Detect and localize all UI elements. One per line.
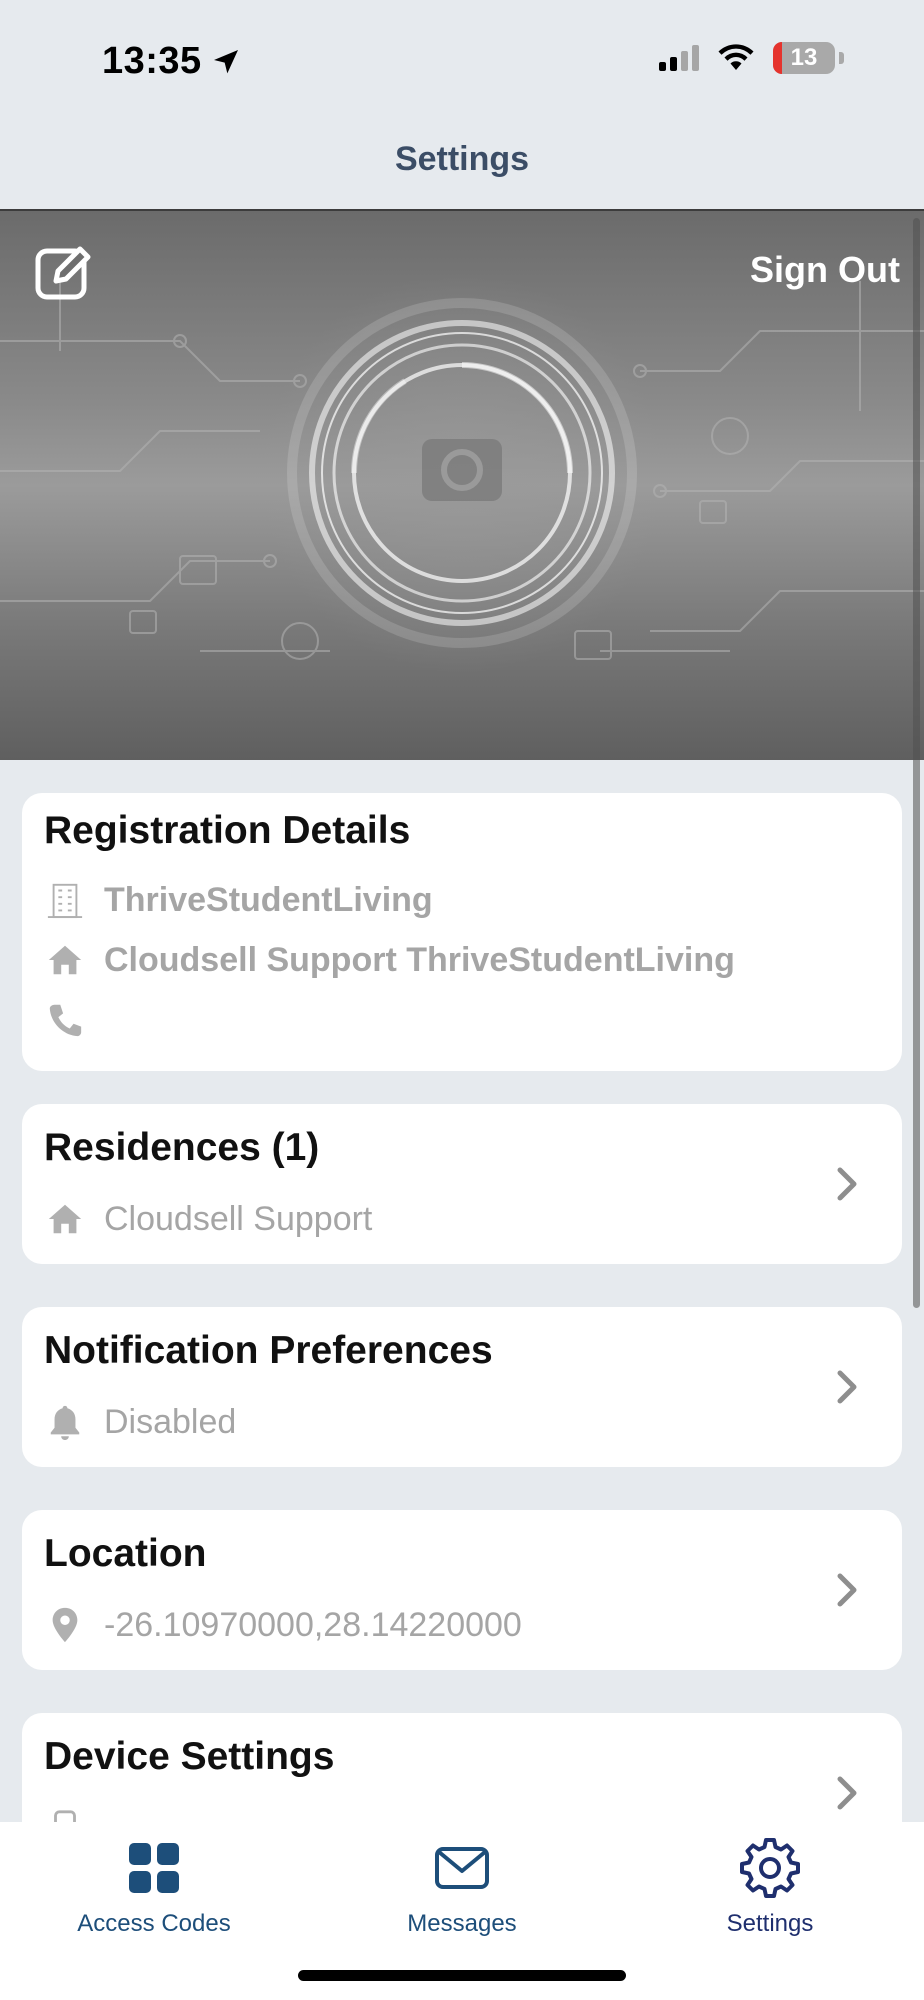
location-row: -26.10970000,28.14220000 [44, 1604, 522, 1646]
grid-icon [129, 1843, 179, 1893]
notification-row: Disabled [44, 1401, 236, 1443]
notification-status: Disabled [104, 1402, 237, 1441]
scrollbar[interactable] [913, 218, 920, 1308]
status-icons: 13 [659, 42, 844, 74]
phone-icon [44, 999, 86, 1041]
chevron-right-icon [837, 1370, 857, 1404]
status-time: 13:35 [102, 40, 242, 83]
card-title: Device Settings [44, 1735, 335, 1778]
company-name: ThriveStudentLiving [104, 880, 433, 919]
chevron-right-icon [837, 1167, 857, 1201]
card-title: Location [44, 1532, 207, 1575]
company-row: ThriveStudentLiving [44, 879, 433, 921]
circuit-background-image [0, 271, 924, 673]
map-pin-icon [44, 1604, 86, 1646]
cellular-signal-icon [659, 45, 699, 71]
wifi-icon [718, 44, 754, 70]
chevron-right-icon [837, 1776, 857, 1810]
bell-icon [44, 1401, 86, 1443]
address-text: Cloudsell Support ThriveStudentLiving [104, 940, 735, 979]
location-card[interactable]: Location -26.10970000,28.14220000 [22, 1510, 902, 1670]
home-icon [44, 939, 86, 981]
card-title: Notification Preferences [44, 1329, 493, 1372]
tab-label: Settings [726, 1910, 814, 1937]
address-row: Cloudsell Support ThriveStudentLiving [44, 939, 735, 981]
gear-icon [740, 1838, 800, 1898]
tab-access-codes[interactable]: Access Codes [0, 1822, 308, 1952]
phone-row [44, 999, 104, 1041]
location-coordinates: -26.10970000,28.14220000 [104, 1605, 522, 1644]
home-icon [44, 1198, 86, 1240]
card-title: Residences (1) [44, 1126, 320, 1169]
residences-card[interactable]: Residences (1) Cloudsell Support [22, 1104, 902, 1264]
building-icon [44, 879, 86, 921]
time-text: 13:35 [102, 40, 202, 82]
home-indicator [298, 1970, 626, 1981]
tab-label: Messages [407, 1910, 517, 1937]
residence-row: Cloudsell Support [44, 1198, 372, 1240]
chevron-right-icon [837, 1573, 857, 1607]
notification-preferences-card[interactable]: Notification Preferences Disabled [22, 1307, 902, 1467]
sign-out-button[interactable]: Sign Out [750, 249, 900, 291]
residence-name: Cloudsell Support [104, 1199, 373, 1238]
registration-details-card: Registration Details ThriveStudentLiving… [22, 793, 902, 1071]
envelope-icon [435, 1847, 489, 1889]
battery-level: 13 [790, 44, 818, 71]
card-title: Registration Details [44, 809, 411, 852]
status-bar: 13:35 13 [0, 0, 924, 120]
page-title: Settings [394, 140, 530, 178]
edit-icon[interactable] [34, 241, 94, 301]
battery-icon: 13 [773, 42, 835, 74]
battery-tip [839, 52, 844, 64]
tab-label: Access Codes [77, 1910, 231, 1937]
profile-banner: Sign Out [0, 209, 924, 760]
tab-settings[interactable]: Settings [616, 1822, 924, 1952]
location-arrow-icon [213, 49, 238, 73]
tab-messages[interactable]: Messages [308, 1822, 616, 1952]
